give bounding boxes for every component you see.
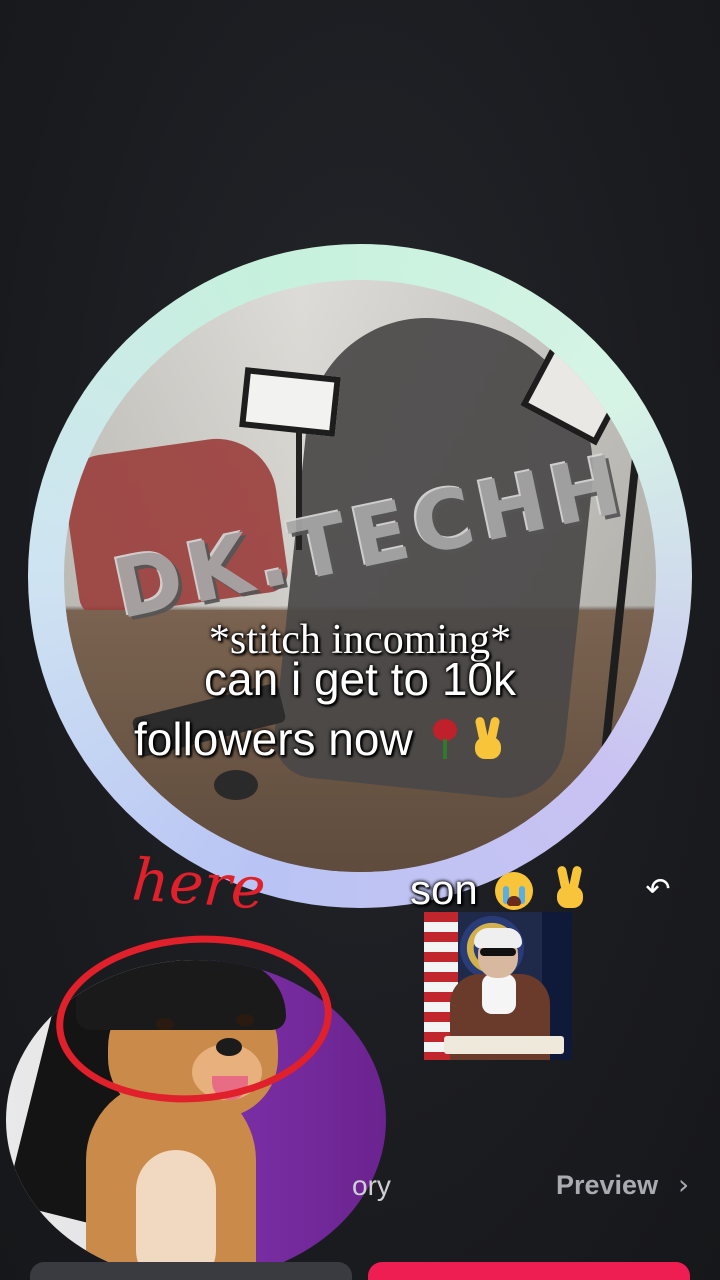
caption-line-2: followers now bbox=[134, 712, 505, 766]
caption-line-1: can i get to 10k bbox=[204, 653, 516, 705]
story-label[interactable]: ory bbox=[352, 1170, 391, 1202]
here-doodle: here bbox=[129, 845, 268, 923]
caption-son-text: son bbox=[410, 866, 478, 913]
peace-hand-icon-2 bbox=[553, 865, 587, 910]
caption-line-2-text: followers now bbox=[134, 713, 413, 765]
share-arrow-icon[interactable]: ↶ bbox=[640, 872, 676, 908]
caption-son: son bbox=[410, 865, 587, 914]
thumb-book bbox=[444, 1036, 564, 1054]
chevron-right-icon[interactable]: › bbox=[678, 1168, 689, 1201]
preview-link[interactable]: Preview bbox=[556, 1170, 658, 1201]
thumb-sunglasses bbox=[480, 948, 516, 956]
thumb-ruff-collar bbox=[482, 974, 516, 1014]
president-thumbnail[interactable] bbox=[424, 912, 572, 1060]
primary-button[interactable] bbox=[368, 1262, 690, 1280]
secondary-button[interactable] bbox=[30, 1262, 352, 1280]
photo-light-panel-left bbox=[239, 367, 341, 437]
crying-face-icon bbox=[495, 872, 534, 910]
dog-chest bbox=[136, 1150, 216, 1280]
photo-mouse bbox=[214, 770, 258, 800]
thumb-wig bbox=[474, 928, 522, 948]
peace-hand-icon bbox=[471, 716, 505, 761]
rose-emoji-icon bbox=[427, 717, 463, 761]
profile-photo[interactable]: DK.TECHH bbox=[64, 280, 656, 872]
